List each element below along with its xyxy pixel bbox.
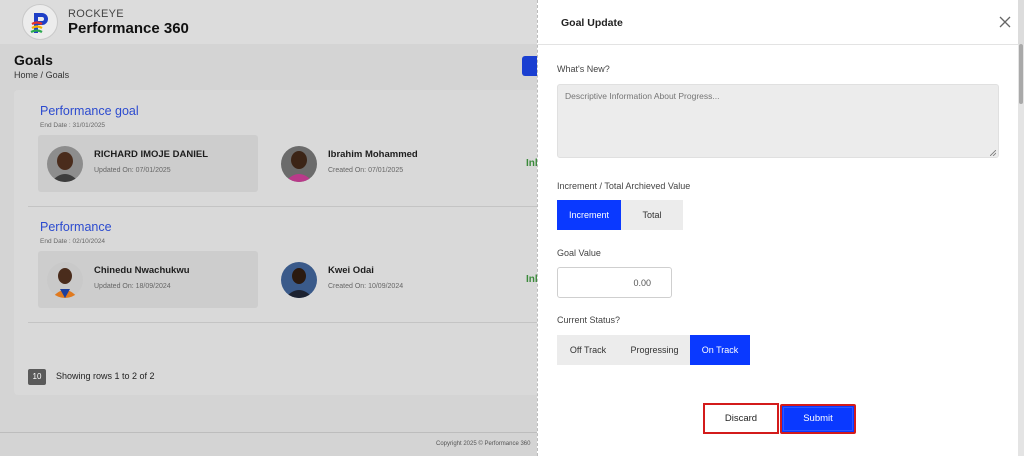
brand-name-small: ROCKEYE — [68, 8, 124, 20]
person-name: Ibrahim Mohammed — [328, 149, 418, 160]
resize-handle-icon[interactable] — [990, 150, 996, 156]
modal-scrollbar[interactable] — [1018, 44, 1024, 456]
increment-toggle[interactable]: Increment — [557, 200, 621, 230]
divider — [28, 322, 537, 323]
person-card: Kwei Odai Created On: 10/09/2024 — [272, 251, 492, 308]
total-toggle[interactable]: Total — [621, 200, 683, 230]
goal-end-date: End Date : 31/01/2025 — [40, 122, 106, 129]
avatar — [47, 262, 83, 298]
brand-logo — [22, 4, 58, 40]
status-progressing[interactable]: Progressing — [619, 335, 690, 365]
modal-header-divider — [537, 44, 1018, 45]
modal-title: Goal Update — [561, 17, 623, 29]
add-goal-button-partial[interactable] — [522, 56, 538, 76]
person-name: Chinedu Nwachukwu — [94, 265, 190, 276]
divider — [28, 206, 537, 207]
current-status-label: Current Status? — [557, 315, 621, 325]
status-on-track[interactable]: On Track — [690, 335, 750, 365]
close-icon[interactable] — [997, 14, 1013, 30]
page-title: Goals — [14, 52, 53, 68]
discard-button[interactable]: Discard — [703, 403, 779, 434]
goal-title[interactable]: Performance — [40, 220, 112, 234]
goal-value-input[interactable] — [557, 267, 672, 298]
person-date: Created On: 07/01/2025 — [328, 167, 404, 174]
avatar — [281, 262, 317, 298]
avatar — [47, 146, 83, 182]
person-date: Created On: 10/09/2024 — [328, 283, 404, 290]
increment-label: Increment / Total Archieved Value — [557, 181, 691, 191]
goal-status-partial: Inl — [526, 158, 538, 169]
breadcrumb-home[interactable]: Home — [14, 70, 38, 80]
copyright: Copyright 2025 © Performance 360 — [436, 441, 531, 447]
person-name: Kwei Odai — [328, 265, 374, 276]
brand-name: Performance 360 — [68, 20, 189, 37]
person-card: Chinedu Nwachukwu Updated On: 18/09/2024 — [38, 251, 258, 308]
goal-title[interactable]: Performance goal — [40, 104, 139, 118]
status-off-track[interactable]: Off Track — [557, 335, 619, 365]
person-card: RICHARD IMOJE DANIEL Updated On: 07/01/2… — [38, 135, 258, 192]
whats-new-label: What's New? — [557, 64, 610, 74]
footer-divider — [0, 432, 537, 433]
goal-end-date: End Date : 02/10/2024 — [40, 238, 106, 245]
submit-button[interactable]: Submit — [780, 404, 856, 434]
goal-status-partial: Inl — [526, 274, 538, 285]
person-name: RICHARD IMOJE DANIEL — [94, 149, 209, 160]
whats-new-textarea[interactable] — [557, 84, 999, 158]
pagination-summary: Showing rows 1 to 2 of 2 — [56, 371, 155, 381]
breadcrumb: Home / Goals — [14, 70, 69, 80]
avatar — [281, 146, 317, 182]
breadcrumb-separator: / — [40, 70, 44, 80]
goal-value-label: Goal Value — [557, 248, 601, 258]
breadcrumb-current: Goals — [45, 70, 70, 80]
rows-per-page-select[interactable]: 10 — [28, 369, 46, 385]
person-card: Ibrahim Mohammed Created On: 07/01/2025 — [272, 135, 492, 192]
modal-scrollbar-thumb[interactable] — [1019, 44, 1023, 104]
person-date: Updated On: 07/01/2025 — [94, 167, 171, 174]
person-date: Updated On: 18/09/2024 — [94, 283, 171, 290]
